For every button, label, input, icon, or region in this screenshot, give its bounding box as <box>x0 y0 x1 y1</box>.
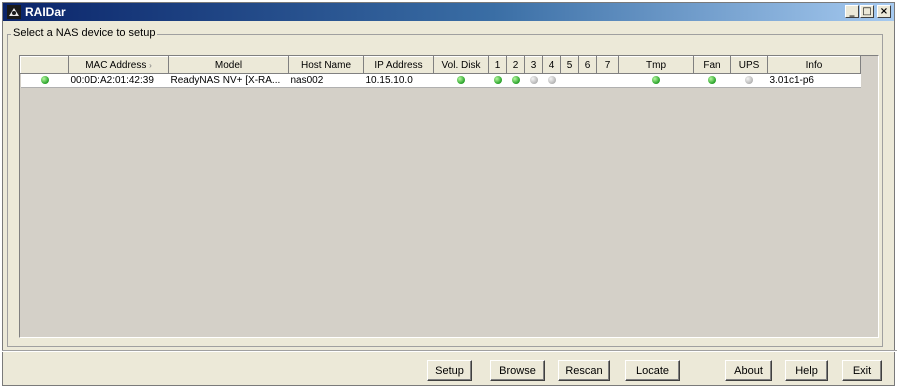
host-cell: nas002 <box>288 73 364 88</box>
maximize-icon[interactable]: □ <box>860 5 874 18</box>
col-disk-4[interactable]: 4 <box>542 56 561 74</box>
col-disk-3[interactable]: 3 <box>524 56 543 74</box>
col-disk-1[interactable]: 1 <box>488 56 507 74</box>
window-title: RAIDar <box>25 5 66 19</box>
rescan-button[interactable]: Rescan <box>558 360 610 381</box>
col-tmp[interactable]: Tmp <box>618 56 694 74</box>
disk-6-cell <box>578 73 597 88</box>
disk-3-led-icon <box>529 76 538 85</box>
disk-4-cell <box>542 73 561 88</box>
minimize-icon[interactable]: _ <box>845 5 859 18</box>
model-cell: ReadyNAS NV+ [X-RA... <box>168 73 289 88</box>
col-status[interactable] <box>20 56 69 74</box>
col-disk-2[interactable]: 2 <box>506 56 525 74</box>
col-model[interactable]: Model <box>168 56 289 74</box>
disk-3-cell <box>524 73 543 88</box>
status-led-icon <box>40 76 49 85</box>
tmp-led-icon <box>652 76 660 85</box>
device-status-cell <box>20 73 69 88</box>
table-header: MAC Address › Model Host Name IP Address… <box>20 56 861 74</box>
disk-2-led-icon <box>511 76 520 85</box>
disk-1-led-icon <box>493 76 502 85</box>
fan-led-icon <box>708 76 716 85</box>
col-disk-7[interactable]: 7 <box>596 56 619 74</box>
ups-led-icon <box>745 76 753 85</box>
fan-cell <box>693 73 731 88</box>
disk-7-cell <box>596 73 619 88</box>
disk-1-cell <box>488 73 507 88</box>
col-ups[interactable]: UPS <box>730 56 768 74</box>
col-vol-disk[interactable]: Vol. Disk <box>433 56 489 74</box>
browse-button[interactable]: Browse <box>490 360 545 381</box>
info-cell: 3.01c1-p6 <box>767 73 861 88</box>
title-bar[interactable]: RAIDar _ □ × <box>3 3 894 21</box>
about-button[interactable]: About <box>725 360 772 381</box>
col-mac[interactable]: MAC Address › <box>68 56 169 74</box>
raidar-app-icon <box>7 5 21 19</box>
group-label: Select a NAS device to setup <box>11 27 158 39</box>
col-fan[interactable]: Fan <box>693 56 731 74</box>
disk-5-cell <box>560 73 579 88</box>
ups-cell <box>730 73 768 88</box>
exit-button[interactable]: Exit <box>842 360 882 381</box>
col-disk-6[interactable]: 6 <box>578 56 597 74</box>
setup-button[interactable]: Setup <box>427 360 472 381</box>
disk-4-led-icon <box>547 76 556 85</box>
vol-disk-cell <box>433 73 489 88</box>
ip-cell: 10.15.10.0 <box>363 73 434 88</box>
device-table: MAC Address › Model Host Name IP Address… <box>20 56 861 88</box>
col-host[interactable]: Host Name <box>288 56 364 74</box>
sort-arrow-icon: › <box>149 60 152 70</box>
tmp-cell <box>618 73 694 88</box>
col-ip[interactable]: IP Address <box>363 56 434 74</box>
button-bar-separator <box>2 350 897 352</box>
help-button[interactable]: Help <box>785 360 828 381</box>
col-disk-5[interactable]: 5 <box>560 56 579 74</box>
device-table-container[interactable]: MAC Address › Model Host Name IP Address… <box>19 55 879 338</box>
locate-button[interactable]: Locate <box>625 360 680 381</box>
table-row[interactable]: 00:0D:A2:01:42:39 ReadyNAS NV+ [X-RA... … <box>20 73 861 88</box>
mac-cell: 00:0D:A2:01:42:39 <box>68 73 169 88</box>
disk-2-cell <box>506 73 525 88</box>
vol-status-led-icon <box>457 76 465 85</box>
col-info[interactable]: Info <box>767 56 861 74</box>
close-icon[interactable]: × <box>877 5 891 18</box>
